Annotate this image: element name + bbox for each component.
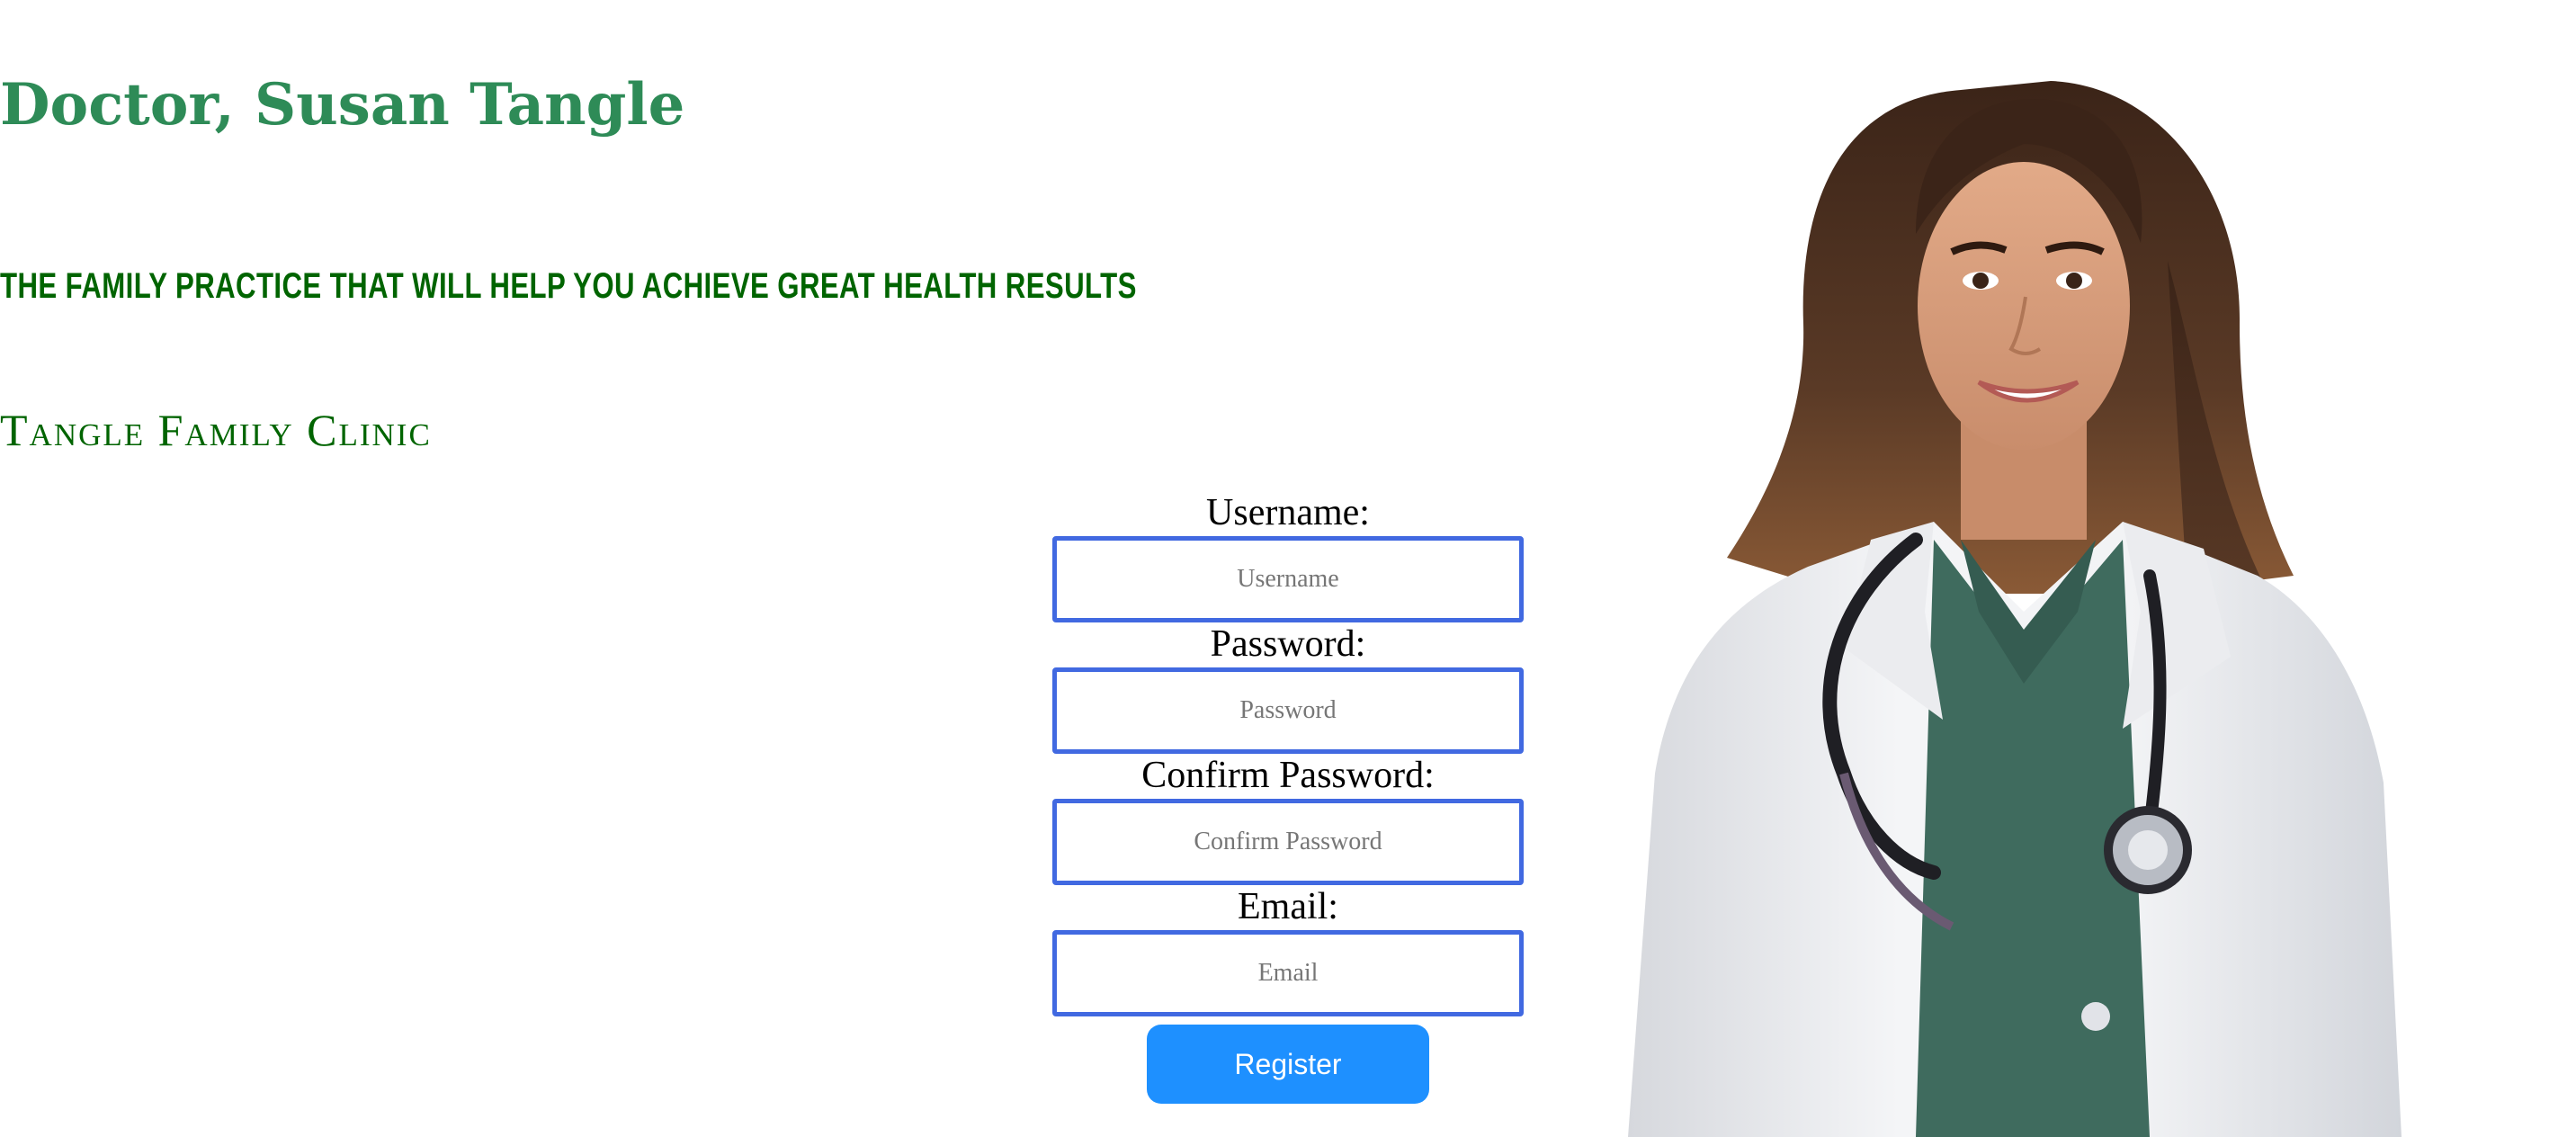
clinic-name: Tangle Family Clinic [0, 405, 432, 455]
doctor-photo [1628, 81, 2402, 1137]
username-input[interactable] [1052, 536, 1524, 622]
password-field-group: Password: [1051, 621, 1525, 754]
confirm-password-label: Confirm Password: [1141, 755, 1435, 796]
register-button[interactable]: Register [1147, 1025, 1429, 1104]
password-label: Password: [1210, 623, 1366, 665]
confirm-password-input[interactable] [1052, 799, 1524, 885]
password-input[interactable] [1052, 667, 1524, 754]
email-label: Email: [1238, 886, 1338, 927]
practice-tagline: The family practice that will help you a… [0, 266, 1137, 306]
doctor-name-heading: Doctor, Susan Tangle [0, 71, 685, 139]
registration-form: Username: Password: Confirm Password: Em… [1051, 489, 1525, 1016]
confirm-password-field-group: Confirm Password: [1051, 752, 1525, 885]
email-field-group: Email: [1051, 883, 1525, 1016]
username-label: Username: [1206, 492, 1370, 533]
email-input[interactable] [1052, 930, 1524, 1016]
username-field-group: Username: [1051, 489, 1525, 622]
